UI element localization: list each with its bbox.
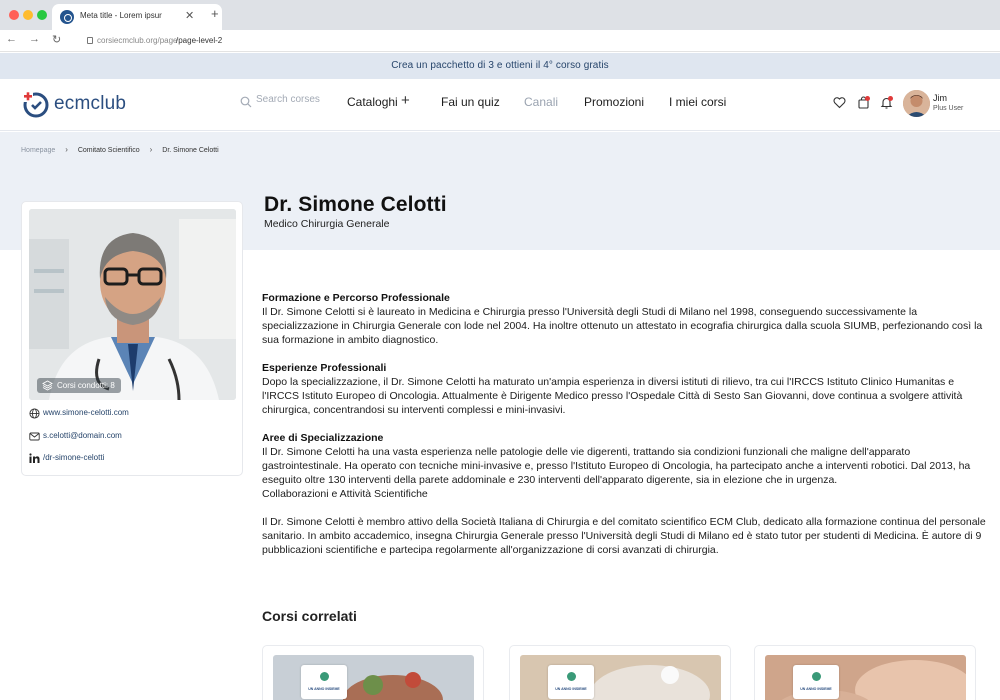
linkedin-icon [29,453,40,463]
nav-fai-un-quiz[interactable]: Fai un quiz [441,95,500,109]
tab-title: Meta title - Lorem ipsur [80,11,162,20]
section-text-formazione: Il Dr. Simone Celotti si è laureato in M… [262,306,983,346]
user-photo [903,90,930,117]
course-logo: UN ANNO INSIEME [793,665,839,699]
section-title-specializzazione: Aree di Specializzazione [262,432,384,444]
plus-icon[interactable]: + [401,92,410,109]
favicon-icon [60,10,74,24]
user-name[interactable]: Jim [933,93,947,103]
website-text[interactable]: www.simone-celotti.com [43,408,129,417]
address-bar: ← → ↻ corsiecmclub.org/page /page-level-… [0,30,1000,52]
breadcrumb-current: Dr. Simone Celotti [162,147,219,154]
search-input[interactable] [256,94,336,105]
back-icon[interactable]: ← [6,33,17,45]
section-text-specializzazione: Il Dr. Simone Celotti ha una vasta esper… [262,446,971,486]
cart-button[interactable] [857,96,870,109]
courses-count: Corsi condotti: 8 [57,381,115,390]
lock-icon [87,37,93,44]
section-text-esperienze: Dopo la specializzazione, il Dr. Simone … [262,376,963,416]
site-header: ecmclub Cataloghi + Fai un quiz Canali P… [0,79,1000,131]
reload-icon[interactable]: ↻ [52,33,61,46]
notification-badge [888,96,893,101]
nav-cataloghi[interactable]: Cataloghi [347,95,398,109]
search-icon [240,96,252,108]
maximize-window-button[interactable] [37,10,47,20]
minimize-window-button[interactable] [23,10,33,20]
doctor-portrait [29,209,236,400]
heart-icon[interactable] [833,96,846,109]
section-title-formazione: Formazione e Percorso Professionale [262,292,450,304]
logo-text: ecmclub [54,93,127,114]
promo-banner[interactable]: Crea un pacchetto di 3 e ottieni il 4° c… [0,53,1000,79]
course-logo: UN ANNO INSIEME [301,665,347,699]
layers-icon [42,380,53,391]
doctor-role: Medico Chirurgia Generale [264,218,390,230]
forward-icon[interactable]: → [29,33,40,45]
nav-canali[interactable]: Canali [524,95,558,109]
user-plan: Plus User [933,105,964,112]
course-image: UN ANNO INSIEME [520,655,721,700]
section-title-esperienze: Esperienze Professionali [262,362,387,374]
url-host[interactable]: corsiecmclub.org/page [97,36,177,45]
biography: Formazione e Percorso Professionale Il D… [262,291,987,557]
related-courses-title: Corsi correlati [262,608,357,624]
chevron-right-icon: › [149,145,153,154]
cart-badge [865,96,870,101]
new-tab-icon[interactable]: + [211,7,219,20]
courses-badge: Corsi condotti: 8 [37,378,121,393]
browser-tab[interactable]: Meta title - Lorem ipsur ✕ [52,4,222,30]
mail-icon [29,432,40,441]
course-image: UN ANNO INSIEME [765,655,966,700]
promo-text: Crea un pacchetto di 3 e ottieni il 4° c… [391,60,609,71]
email-text[interactable]: s.celotti@domain.com [43,431,122,440]
nav-promozioni[interactable]: Promozioni [584,95,644,109]
linkedin-text[interactable]: /dr-simone-celotti [43,453,104,462]
logo-icon [22,91,49,118]
chevron-right-icon: › [65,145,68,154]
globe-icon [29,408,40,419]
close-window-button[interactable] [9,10,19,20]
avatar[interactable] [903,90,930,117]
doctor-name: Dr. Simone Celotti [264,193,447,216]
breadcrumb: Homepage › Comitato Scientifico › Dr. Si… [21,145,219,154]
doctor-photo: Corsi condotti: 8 [29,209,236,400]
breadcrumb-home[interactable]: Homepage [21,147,55,154]
course-card[interactable]: UN ANNO INSIEME [262,645,484,700]
profile-card: Corsi condotti: 8 www.simone-celotti.com… [21,201,243,476]
browser-tab-bar: Meta title - Lorem ipsur ✕ + [0,0,1000,30]
tab-close-icon[interactable]: ✕ [185,9,194,22]
nav-i-miei-corsi[interactable]: I miei corsi [669,95,726,109]
course-logo: UN ANNO INSIEME [548,665,594,699]
course-card[interactable]: UN ANNO INSIEME [754,645,976,700]
notifications-button[interactable] [880,96,893,109]
section-subtitle-collaborazioni: Collaborazioni e Attività Scientifiche [262,488,428,500]
course-card[interactable]: UN ANNO INSIEME [509,645,731,700]
course-image: UN ANNO INSIEME [273,655,474,700]
section-text-collaborazioni: Il Dr. Simone Celotti è membro attivo de… [262,516,986,556]
url-path[interactable]: /page-level-2 [176,36,222,45]
breadcrumb-section[interactable]: Comitato Scientifico [78,147,140,154]
